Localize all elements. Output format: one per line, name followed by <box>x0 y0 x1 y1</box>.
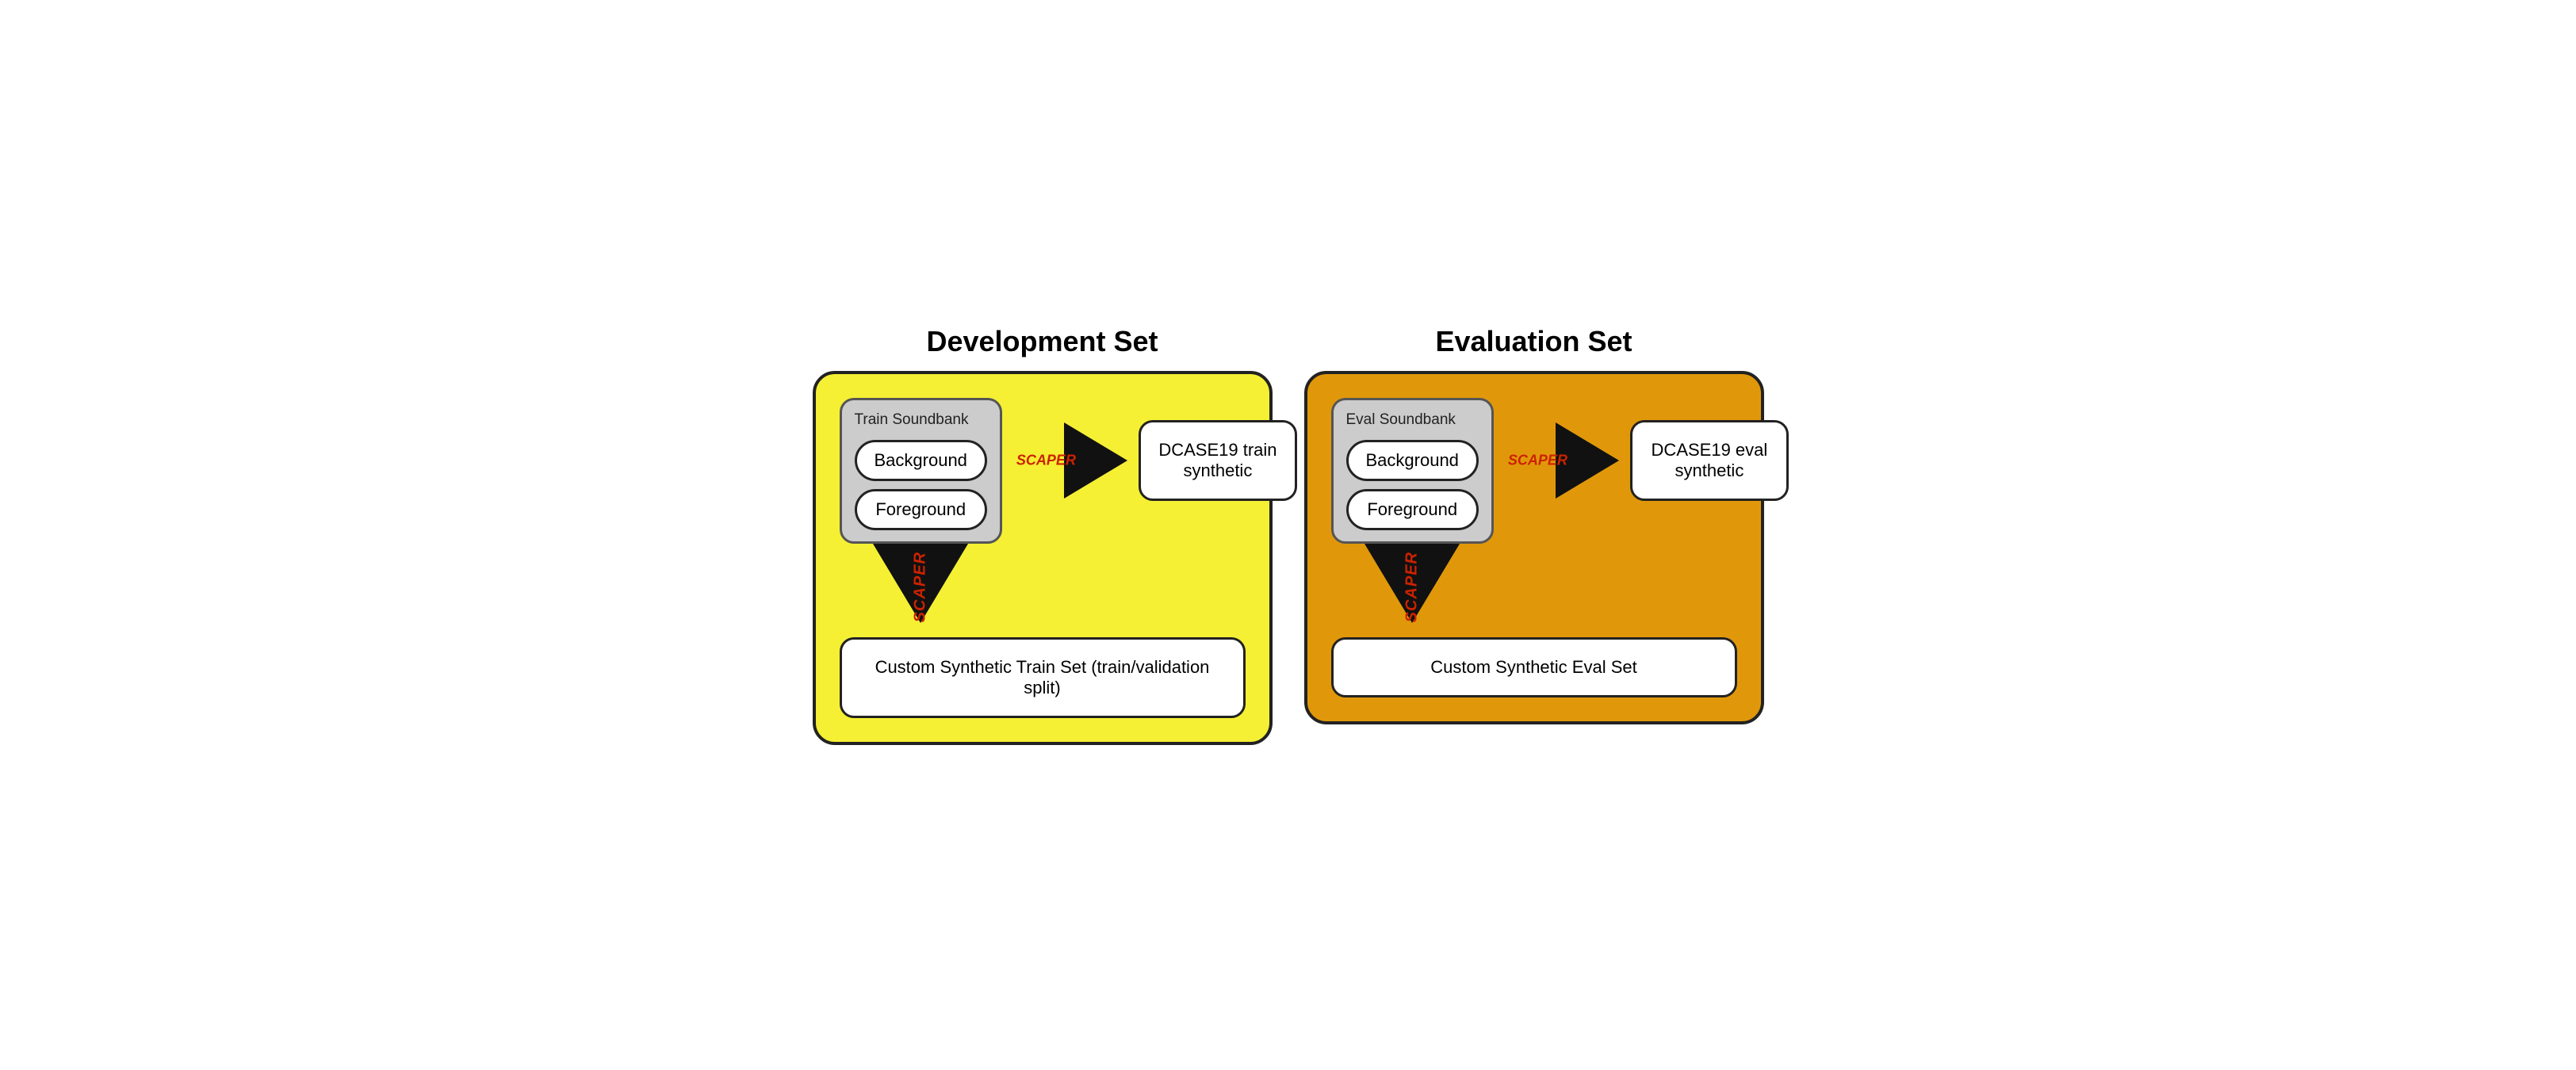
dev-foreground-pill: Foreground <box>855 489 987 530</box>
eval-scaper-right-label: SCAPER <box>1508 453 1567 469</box>
dev-background-pill: Background <box>855 440 987 481</box>
eval-panel-box: Eval Soundbank Background Foreground SCA… <box>1304 371 1764 724</box>
dev-bottom-section: Custom Synthetic Train Set (train/valida… <box>840 637 1246 718</box>
dev-scaper-right-label: SCAPER <box>1016 453 1076 469</box>
dev-output-right: DCASE19 train synthetic <box>1139 420 1297 501</box>
eval-soundbank-label: Eval Soundbank <box>1346 411 1479 429</box>
eval-output-bottom: Custom Synthetic Eval Set <box>1331 637 1737 697</box>
eval-scaper-down-label: SCAPER <box>1403 552 1422 622</box>
eval-foreground-pill: Foreground <box>1346 489 1479 530</box>
eval-bottom-section: Custom Synthetic Eval Set <box>1331 637 1737 697</box>
dev-output-bottom: Custom Synthetic Train Set (train/valida… <box>840 637 1246 718</box>
eval-background-pill: Background <box>1346 440 1479 481</box>
dev-soundbank-box: Train Soundbank Background Foreground <box>840 398 1002 544</box>
dev-soundbank-label: Train Soundbank <box>855 411 987 429</box>
main-container: Development Set Train Soundbank Backgrou… <box>813 325 1764 745</box>
eval-title: Evaluation Set <box>1435 325 1632 358</box>
dev-set-panel: Development Set Train Soundbank Backgrou… <box>813 325 1273 745</box>
dev-panel-box: Train Soundbank Background Foreground SC… <box>813 371 1273 745</box>
eval-soundbank-box: Eval Soundbank Background Foreground <box>1331 398 1494 544</box>
eval-set-panel: Evaluation Set Eval Soundbank Background… <box>1304 325 1764 724</box>
dev-title: Development Set <box>926 325 1158 358</box>
dev-scaper-down-label: SCAPER <box>912 552 930 622</box>
eval-output-right: DCASE19 eval synthetic <box>1630 420 1789 501</box>
